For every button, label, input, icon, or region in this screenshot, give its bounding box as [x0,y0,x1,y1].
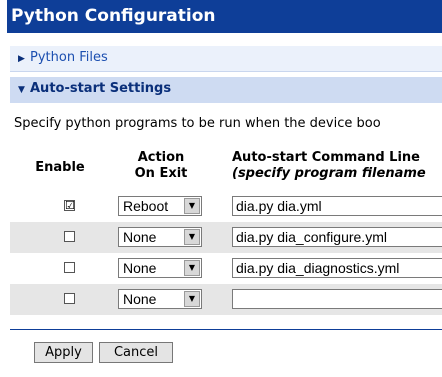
chevron-down-icon[interactable]: ▼ [184,229,200,245]
table-row: None ▼ dia.py dia_diagnostics.yml [10,253,442,284]
page-title: Python Configuration [7,0,442,33]
column-header-action: Action On Exit [117,150,205,182]
command-input[interactable]: dia.py dia.yml [232,196,442,216]
enable-checkbox[interactable]: ☑ [64,200,75,211]
header-enable-label: Enable [35,160,85,175]
action-select[interactable]: None ▼ [118,289,202,309]
header-action-line2: On Exit [134,166,188,181]
table-row: ☑ Reboot ▼ dia.py dia.yml [10,191,442,222]
command-input[interactable]: dia.py dia_configure.yml [232,227,442,247]
section-python-files-label: Python Files [30,50,108,65]
chevron-down-icon[interactable]: ▼ [184,198,200,214]
triangle-right-icon: ▶ [18,54,25,64]
chevron-down-icon[interactable]: ▼ [184,291,200,307]
action-select-value: Reboot [123,198,169,214]
enable-checkbox[interactable] [64,231,75,242]
column-header-enable: Enable [20,160,100,176]
command-input[interactable] [232,289,442,309]
command-input[interactable]: dia.py dia_diagnostics.yml [232,258,442,278]
chevron-down-icon[interactable]: ▼ [184,260,200,276]
action-select-value: None [123,260,157,276]
section-autostart-label: Auto-start Settings [30,81,172,96]
table-row: None ▼ dia.py dia_configure.yml [10,222,442,253]
header-cmd-line2: (specify program filename [232,166,426,181]
triangle-down-icon: ▼ [18,85,25,95]
divider [10,329,442,330]
action-select[interactable]: Reboot ▼ [118,196,202,216]
autostart-description: Specify python programs to be run when t… [14,116,381,131]
section-autostart-settings[interactable]: ▼ Auto-start Settings [10,77,442,103]
header-cmd-line1: Auto-start Command Line [232,150,420,165]
apply-button[interactable]: Apply [34,342,93,363]
table-row: None ▼ [10,284,442,315]
section-python-files[interactable]: ▶ Python Files [10,46,442,72]
cancel-button[interactable]: Cancel [99,342,173,363]
enable-checkbox[interactable] [64,293,75,304]
header-action-line1: Action [137,150,185,165]
action-select[interactable]: None ▼ [118,258,202,278]
action-select[interactable]: None ▼ [118,227,202,247]
enable-checkbox[interactable] [64,262,75,273]
action-select-value: None [123,291,157,307]
column-header-command: Auto-start Command Line (specify program… [232,150,442,182]
action-select-value: None [123,229,157,245]
